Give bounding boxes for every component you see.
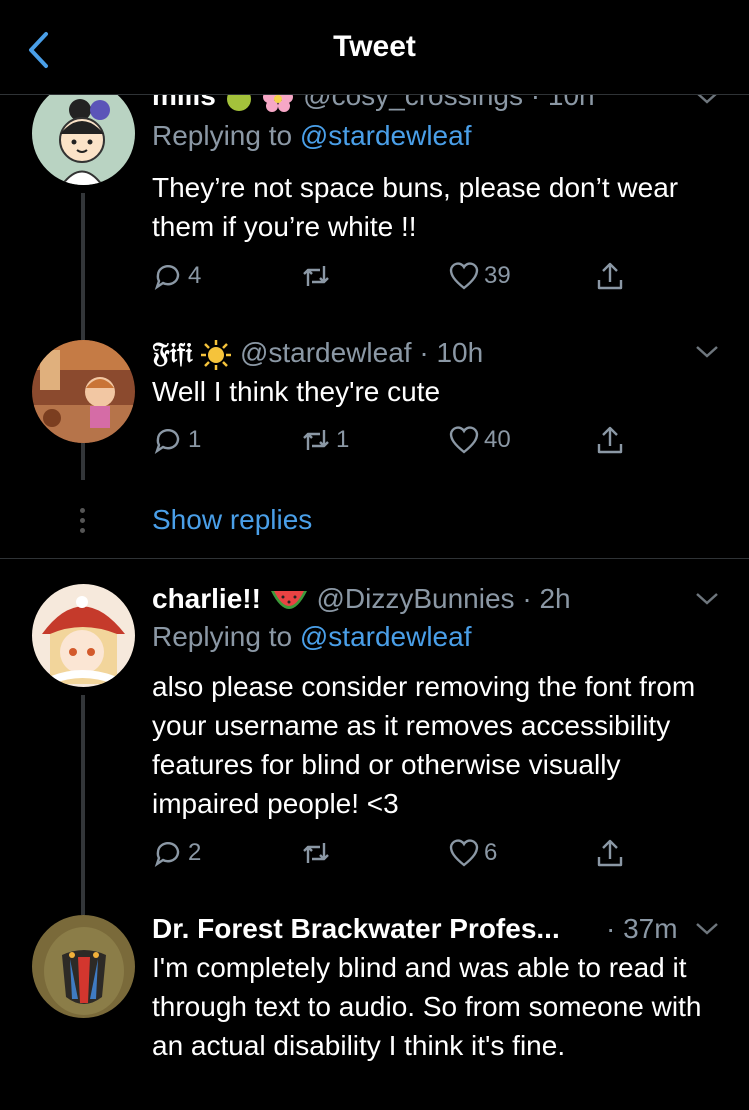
- reply-count: 4: [188, 262, 202, 289]
- chevron-down-icon[interactable]: [694, 921, 720, 937]
- action-bar: 4 39: [152, 258, 632, 294]
- like-count: 40: [484, 426, 511, 453]
- page-title: Tweet: [333, 30, 416, 63]
- tweet-text: Well I think they're cute: [152, 376, 441, 407]
- thread-line: [81, 443, 85, 480]
- like-count: 39: [484, 262, 511, 289]
- timestamp: · 10h: [419, 337, 484, 368]
- like-button[interactable]: 6: [448, 835, 497, 871]
- heart-icon: [449, 262, 479, 290]
- share-icon: [597, 262, 623, 290]
- timestamp-wrapper: · 37m: [606, 913, 678, 945]
- replying-to: Replying to @stardewleaf: [152, 120, 472, 151]
- replying-to: Replying to @stardewleaf: [152, 621, 472, 652]
- mention-link[interactable]: @stardewleaf: [300, 120, 472, 151]
- mention-link[interactable]: @stardewleaf: [300, 621, 472, 652]
- tweet-header: charlie!! @DizzyBunnies · 2h: [152, 583, 571, 615]
- action-bar: 2 6: [152, 835, 632, 871]
- share-button[interactable]: [594, 258, 626, 294]
- display-name[interactable]: Dr. Forest Brackwater Profes...: [152, 913, 560, 944]
- tweet-header: 𝔉𝔦𝔣𝔦 @stardewleaf · 10h: [152, 336, 483, 371]
- timestamp: · 2h: [522, 583, 571, 614]
- reply-icon: [154, 429, 180, 454]
- retweet-button[interactable]: [300, 258, 336, 294]
- chevron-down-icon[interactable]: [694, 344, 720, 360]
- heart-icon: [449, 839, 479, 867]
- retweet-button[interactable]: 1: [300, 422, 349, 458]
- tweet-text: They’re not space buns, please don’t wea…: [152, 172, 679, 242]
- display-name[interactable]: 𝔉𝔦𝔣𝔦: [152, 336, 192, 369]
- avatar[interactable]: [32, 915, 135, 1018]
- share-button[interactable]: [594, 835, 626, 871]
- retweet-icon: [303, 430, 329, 450]
- reply-count: 2: [188, 839, 202, 866]
- timestamp: · 37m: [606, 913, 678, 944]
- tweet-2[interactable]: 𝔉𝔦𝔣𝔦 @stardewleaf · 10h Well I think the…: [0, 310, 749, 480]
- action-bar: 1 1 40: [152, 422, 632, 458]
- like-button[interactable]: 39: [448, 258, 511, 294]
- tweet-4[interactable]: Dr. Forest Brackwater Profes... · 37m I'…: [0, 899, 749, 1110]
- heart-icon: [449, 426, 479, 454]
- reply-count: 1: [188, 426, 202, 453]
- like-button[interactable]: 40: [448, 422, 511, 458]
- chevron-down-icon[interactable]: [694, 591, 720, 607]
- avatar[interactable]: [32, 82, 135, 185]
- handle[interactable]: @DizzyBunnies: [317, 583, 515, 614]
- retweet-icon: [303, 843, 329, 863]
- thread-line: [81, 695, 85, 899]
- thread-line: [81, 899, 85, 915]
- show-replies-link[interactable]: Show replies: [152, 504, 312, 536]
- retweet-count: 1: [336, 426, 350, 453]
- top-bar: Tweet: [0, 0, 749, 95]
- tweet-header: Dr. Forest Brackwater Profes...: [152, 913, 560, 945]
- more-replies-dots: [80, 508, 86, 538]
- share-icon: [597, 426, 623, 454]
- reply-button[interactable]: 1: [152, 422, 201, 458]
- handle[interactable]: @stardewleaf: [240, 337, 412, 368]
- avatar[interactable]: [32, 584, 135, 687]
- reply-icon: [154, 265, 180, 290]
- display-name[interactable]: charlie!!: [152, 583, 261, 614]
- share-button[interactable]: [594, 422, 626, 458]
- tweet-text: also please consider removing the font f…: [152, 671, 696, 819]
- like-count: 6: [484, 839, 498, 866]
- tweet-text: I'm completely blind and was able to rea…: [152, 952, 702, 1061]
- watermelon-emoji-icon: [270, 590, 307, 609]
- reply-icon: [154, 842, 180, 867]
- retweet-icon: [303, 266, 329, 286]
- sun-emoji-icon: [201, 339, 232, 370]
- retweet-button[interactable]: [300, 835, 336, 871]
- reply-button[interactable]: 4: [152, 258, 201, 294]
- thread-line: [81, 193, 85, 310]
- reply-button[interactable]: 2: [152, 835, 201, 871]
- tweet-3[interactable]: charlie!! @DizzyBunnies · 2h Replying to…: [0, 559, 749, 899]
- thread-line: [81, 310, 85, 340]
- avatar[interactable]: [32, 340, 135, 443]
- share-icon: [597, 839, 623, 867]
